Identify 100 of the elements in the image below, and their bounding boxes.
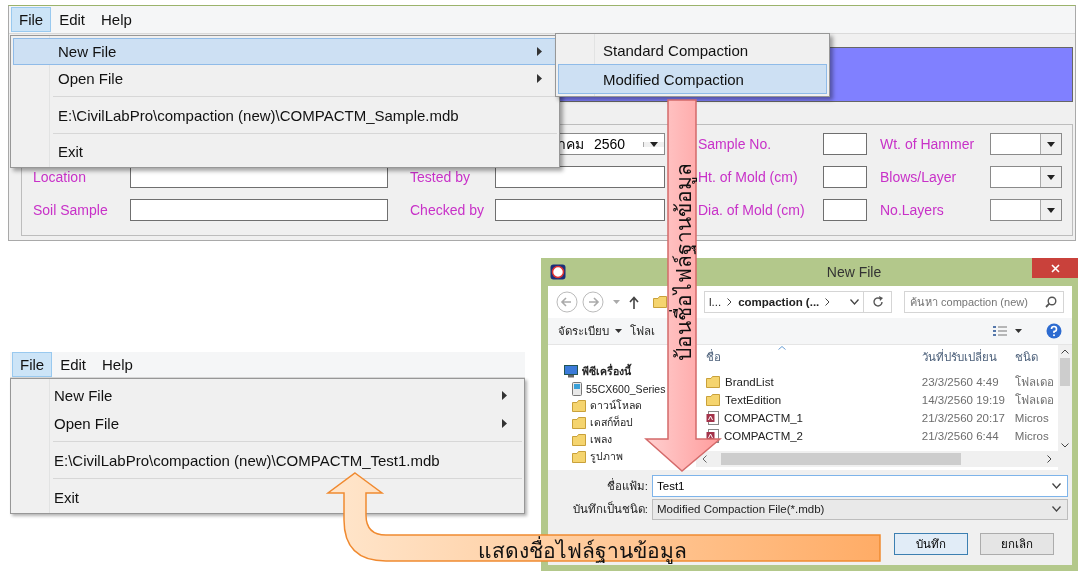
- column-header[interactable]: วันที่ปรับเปลี่ยน: [921, 348, 1015, 366]
- menu-bar-item[interactable]: Help: [93, 7, 140, 32]
- caret-icon: [615, 329, 622, 333]
- submenu-arrow-icon: [502, 390, 507, 400]
- nav-label: 55CX600_Series: [586, 382, 666, 395]
- toolbar-button[interactable]: โฟลเ: [630, 322, 655, 340]
- help-icon[interactable]: [1046, 323, 1062, 339]
- chevron-right-icon: [1047, 455, 1052, 463]
- breadcrumb[interactable]: compaction (...: [738, 296, 820, 308]
- submenu-arrow-icon: [502, 418, 507, 428]
- text-field[interactable]: [130, 166, 388, 188]
- chevron-down-icon[interactable]: [850, 299, 859, 305]
- menu-item[interactable]: Standard Compaction: [558, 36, 827, 64]
- field-label: Sample No.: [698, 135, 773, 154]
- year-text: 2560: [594, 136, 626, 152]
- text-field[interactable]: [823, 133, 867, 155]
- nav-label: เดสก์ท็อป: [590, 414, 633, 430]
- nav-item[interactable]: 55CX600_Series: [572, 380, 666, 397]
- file-type: โฟลเดอ: [1014, 374, 1055, 390]
- nav-label: ดาวน์โหลด: [590, 398, 642, 413]
- menu-bar-item[interactable]: Edit: [52, 352, 95, 377]
- field-label: ชื่อแฟ้ม:: [605, 477, 649, 494]
- column-header[interactable]: ชนิด: [1014, 348, 1058, 366]
- file-type: Micros: [1014, 412, 1050, 424]
- sort-icon: [778, 346, 786, 350]
- breadcrumb[interactable]: l...: [709, 296, 722, 308]
- close-button[interactable]: [1032, 258, 1078, 278]
- media-device-icon: [572, 381, 582, 396]
- nav-item[interactable]: เพลง: [572, 431, 612, 448]
- folder-icon: [572, 398, 586, 413]
- field-label: บันทึกเป็นชนิด:: [571, 500, 649, 517]
- text-field[interactable]: [130, 199, 388, 221]
- submenu-arrow-icon: [537, 47, 542, 56]
- callout-text: ป้อนชื่อไฟล์ฐานข้อมูล: [668, 163, 698, 361]
- scrollbar-thumb[interactable]: [721, 453, 961, 465]
- menu-bar-item[interactable]: Edit: [51, 7, 94, 32]
- close-icon: [1050, 263, 1060, 273]
- window-title: New File: [825, 264, 882, 280]
- nav-item[interactable]: เดสก์ท็อป: [572, 414, 633, 431]
- chevron-up-icon: [1061, 349, 1069, 354]
- chevron-down-icon[interactable]: [1052, 483, 1061, 489]
- modified-date: 21/3/2560 20:17: [921, 412, 1006, 424]
- text-field[interactable]: [495, 199, 665, 221]
- scrollbar-thumb[interactable]: [1060, 358, 1070, 386]
- file-name[interactable]: COMPACTM_1: [724, 412, 804, 424]
- text-field[interactable]: [823, 166, 867, 188]
- horizontal-scrollbar[interactable]: [696, 451, 1058, 467]
- nav-item[interactable]: รูปภาพ: [572, 448, 623, 465]
- organize-button[interactable]: จัดระเบียบ: [558, 322, 622, 340]
- dropdown[interactable]: [990, 199, 1062, 221]
- field-label: Wt. of Hammer: [880, 135, 976, 154]
- menu-item[interactable]: New File: [13, 381, 522, 409]
- menu-item[interactable]: Open File: [13, 65, 557, 92]
- text-field[interactable]: [495, 166, 665, 188]
- modified-date: 21/3/2560 6:44: [921, 430, 1000, 442]
- folder-icon: [572, 415, 586, 430]
- caret-icon: [650, 141, 658, 147]
- menu-item[interactable]: New File: [13, 38, 557, 65]
- save-button[interactable]: บันทึก: [894, 533, 968, 555]
- column-header[interactable]: ชื่อ: [706, 348, 922, 366]
- menu-bar-item[interactable]: File: [11, 7, 52, 32]
- address-bar[interactable]: l... compaction (...: [704, 291, 864, 313]
- chevron-down-icon: [1061, 443, 1069, 448]
- nav-label: เพลง: [590, 432, 612, 447]
- app-icon: [550, 264, 566, 280]
- menu-item[interactable]: Modified Compaction: [558, 64, 827, 94]
- field-label: Location: [33, 168, 87, 187]
- dropdown[interactable]: [990, 166, 1062, 188]
- menu-item[interactable]: Exit: [13, 483, 522, 511]
- caret-icon: [1047, 207, 1055, 213]
- nav-item[interactable]: ดาวน์โหลด: [572, 397, 642, 414]
- menu-item[interactable]: Open File: [13, 409, 522, 437]
- month-text: าคม: [558, 135, 584, 154]
- file-type: Micros: [1014, 430, 1050, 442]
- nav-item[interactable]: พีซีเครื่องนี้: [564, 363, 631, 380]
- menu-item[interactable]: E:\CivilLabPro\compaction (new)\COMPACTM_Sample.mdb: [13, 101, 557, 129]
- field-label: Ht. of Mold (cm): [698, 168, 799, 187]
- caret-icon[interactable]: [1015, 329, 1022, 333]
- refresh-button[interactable]: [864, 291, 892, 313]
- cancel-button[interactable]: ยกเลิก: [980, 533, 1054, 555]
- file-name[interactable]: BrandList: [725, 376, 774, 388]
- menu-bar-item[interactable]: Help: [94, 352, 141, 377]
- file-name-field[interactable]: Test1: [652, 475, 1068, 497]
- vertical-scrollbar[interactable]: [1058, 345, 1072, 470]
- up-arrow-icon[interactable]: [629, 295, 639, 309]
- file-type-dropdown[interactable]: Modified Compaction File(*.mdb): [652, 498, 1068, 520]
- view-icon[interactable]: [993, 325, 1007, 337]
- folder-icon: [706, 393, 720, 407]
- file-name[interactable]: COMPACTM_2: [724, 430, 804, 442]
- search-field[interactable]: ค้นหา compaction (new): [904, 291, 1064, 313]
- field-label: Tested by: [410, 168, 471, 187]
- chevron-right-icon: [825, 298, 831, 306]
- database-file-icon: [706, 411, 719, 425]
- menu-bar-item[interactable]: File: [12, 352, 53, 377]
- callout-text: แสดงชื่อไฟล์ฐานข้อมูล: [478, 534, 687, 567]
- modified-date: 23/3/2560 4:49: [921, 376, 1000, 388]
- text-field[interactable]: [823, 199, 867, 221]
- file-name[interactable]: TextEdition: [725, 394, 782, 406]
- menu-item[interactable]: E:\CivilLabPro\compaction (new)\COMPACTM_Test1.mdb: [13, 446, 522, 474]
- dropdown[interactable]: [990, 133, 1062, 155]
